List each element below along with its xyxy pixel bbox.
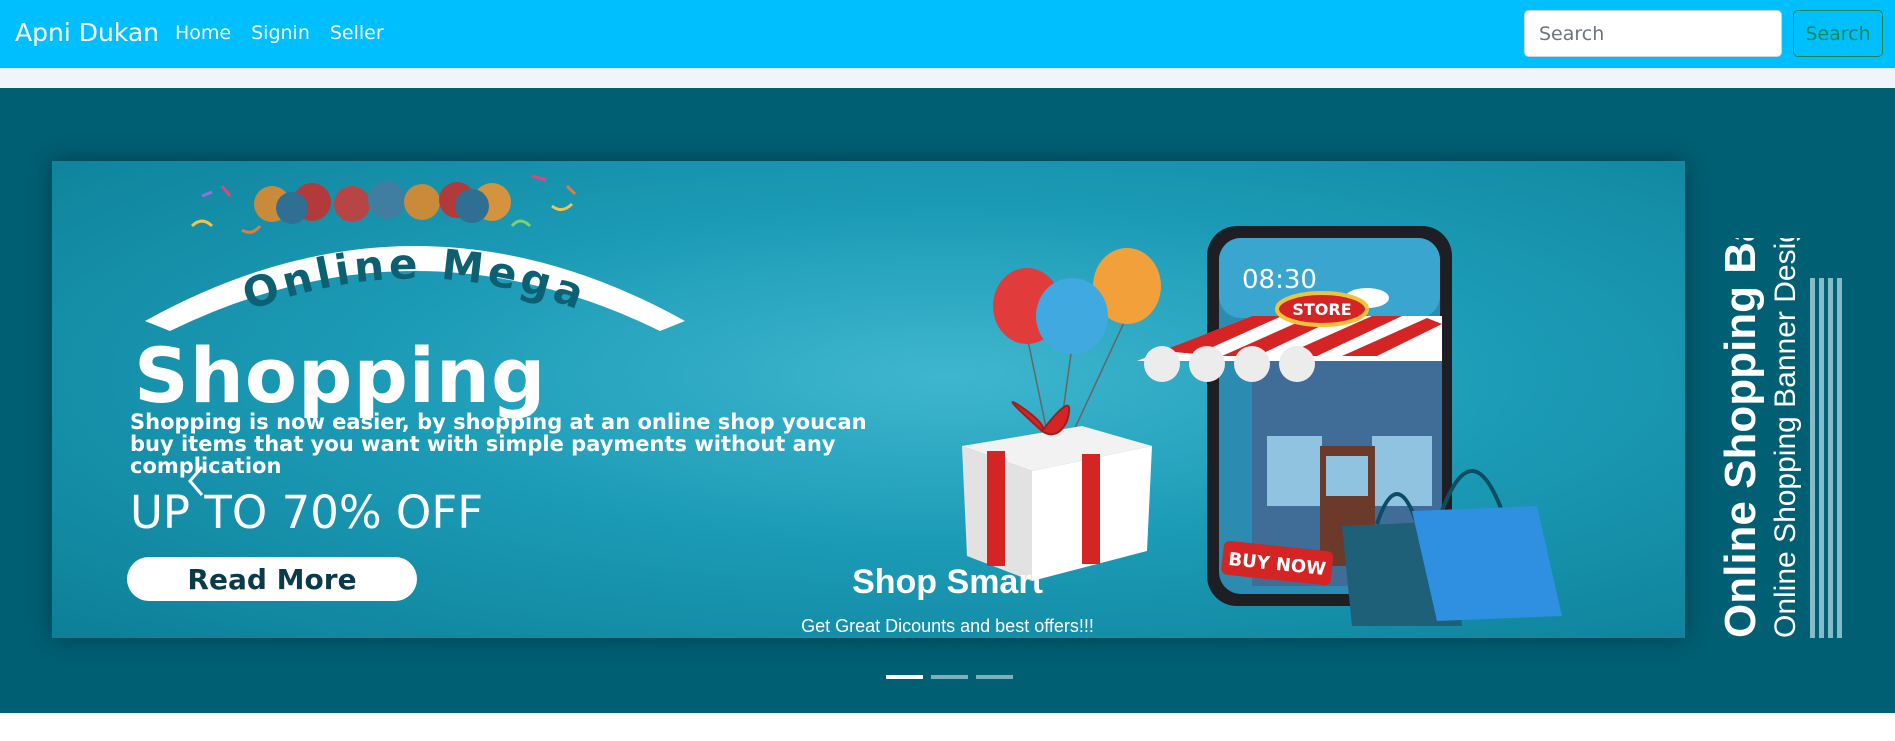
- carousel-indicator-2[interactable]: [931, 675, 968, 679]
- search-input[interactable]: [1524, 10, 1782, 57]
- navbar-spacer: [0, 68, 1895, 88]
- carousel-indicator-3[interactable]: [976, 675, 1013, 679]
- nav-links: Home Signin Seller: [175, 22, 384, 44]
- online-mega-text: Online Mega: [236, 239, 590, 320]
- store-sign-text: STORE: [1292, 300, 1351, 319]
- brand-logo[interactable]: Apni Dukan: [15, 18, 159, 47]
- banner-headline: Shopping: [134, 331, 547, 420]
- navbar: Apni Dukan Home Signin Seller Search: [0, 0, 1895, 68]
- caption-subtitle: Get Great Dicounts and best offers!!!: [801, 616, 1094, 636]
- nav-link-seller[interactable]: Seller: [330, 22, 384, 44]
- carousel-prev-icon[interactable]: [182, 461, 212, 501]
- carousel-caption: Shop Smart Get Great Dicounts and best o…: [0, 563, 1895, 637]
- carousel-indicator-1[interactable]: [886, 675, 923, 679]
- caption-title: Shop Smart: [852, 563, 1043, 601]
- nav-link-home[interactable]: Home: [175, 22, 231, 44]
- nav-link-signin[interactable]: Signin: [251, 22, 310, 44]
- svg-text:Online Mega: Online Mega: [236, 239, 594, 320]
- hero-carousel: Online Mega Shopping Shopping is now eas…: [0, 88, 1895, 713]
- carousel-indicators: [886, 675, 1013, 679]
- phone-clock: 08:30: [1242, 265, 1317, 295]
- banner-description: Shopping is now easier, by shopping at a…: [130, 410, 867, 478]
- search-button[interactable]: Search: [1793, 10, 1883, 57]
